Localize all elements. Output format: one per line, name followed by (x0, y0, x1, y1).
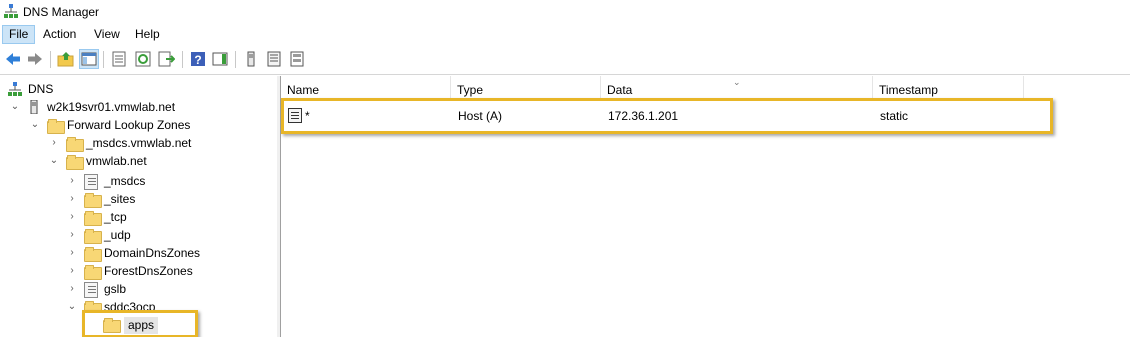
tree-node-gslb[interactable]: › gslb (0, 280, 277, 298)
zone-file-icon[interactable] (265, 50, 283, 68)
records-icon[interactable] (288, 50, 306, 68)
chevron-right-icon[interactable]: › (49, 134, 59, 152)
tree-label: vmwlab.net (86, 154, 147, 168)
tree-node-forward-lookup-zones[interactable]: ⌄ Forward Lookup Zones (0, 116, 277, 134)
tree-label: ForestDnsZones (104, 264, 193, 278)
forward-arrow-icon[interactable] (26, 50, 44, 68)
tree-node-forestdnszones[interactable]: › ForestDnsZones (0, 262, 277, 280)
tree-node-dns[interactable]: DNS (0, 80, 277, 98)
chevron-down-icon[interactable]: ⌄ (30, 116, 40, 134)
tree-node-udp[interactable]: › _udp (0, 226, 277, 244)
column-header-name[interactable]: Name (281, 76, 451, 99)
folder-icon (84, 229, 102, 244)
export-list-icon[interactable] (157, 50, 175, 68)
tree-label: _sites (104, 192, 136, 206)
action-pane-icon[interactable] (211, 50, 229, 68)
up-folder-icon[interactable] (57, 50, 75, 68)
chevron-down-icon[interactable]: ⌄ (49, 152, 59, 170)
chevron-right-icon[interactable]: › (67, 208, 77, 226)
server-icon[interactable] (242, 50, 260, 68)
chevron-right-icon[interactable]: › (67, 244, 77, 262)
tree-label: w2k19svr01.vmwlab.net (47, 100, 176, 114)
tree-node-msdcs-zone[interactable]: › _msdcs.vmwlab.net (0, 134, 277, 152)
chevron-right-icon[interactable]: › (67, 226, 77, 244)
menu-action[interactable]: Action (37, 26, 82, 43)
toolbar: ? (0, 45, 1130, 75)
window-title: DNS Manager (23, 5, 100, 19)
toolbar-separator (182, 51, 183, 68)
folder-icon (84, 193, 102, 208)
highlight-box (281, 98, 1053, 134)
tree-label: gslb (104, 282, 127, 296)
refresh-icon[interactable] (134, 50, 152, 68)
toolbar-separator (103, 51, 104, 68)
chevron-down-icon[interactable]: ⌄ (67, 298, 77, 316)
back-arrow-icon[interactable] (4, 50, 22, 68)
folder-icon (84, 265, 102, 280)
menu-bar: File Action View Help (0, 24, 1130, 45)
properties-icon[interactable] (110, 50, 128, 68)
folder-icon (84, 247, 102, 262)
show-hide-tree-icon[interactable] (79, 49, 99, 69)
help-icon[interactable]: ? (189, 50, 207, 68)
zone-folder-icon (66, 137, 84, 152)
tree-node-tcp[interactable]: › _tcp (0, 208, 277, 226)
results-list: Name Type Data ⌄ Timestamp * Host (A) 17… (280, 76, 1130, 337)
title-bar: DNS Manager (0, 0, 1130, 24)
tree-node-server[interactable]: ⌄ w2k19svr01.vmwlab.net (0, 98, 277, 116)
menu-file[interactable]: File (2, 25, 36, 44)
chevron-right-icon[interactable]: › (67, 262, 77, 280)
tree-node-domaindnszones[interactable]: › DomainDnsZones (0, 244, 277, 262)
tree-label: _msdcs.vmwlab.net (86, 136, 192, 150)
dns-icon (8, 82, 22, 96)
sort-indicator-icon: ⌄ (733, 77, 741, 87)
server-icon (30, 100, 38, 114)
folder-icon (47, 119, 65, 134)
tree-node-msdcs[interactable]: › _msdcs (0, 172, 277, 190)
zone-folder-icon (66, 155, 84, 170)
menu-view[interactable]: View (88, 26, 126, 43)
tree-label: DNS (28, 82, 54, 96)
tree-label: _udp (104, 228, 131, 242)
chevron-right-icon[interactable]: › (67, 190, 77, 208)
menu-help[interactable]: Help (129, 26, 166, 43)
toolbar-separator (50, 51, 51, 68)
chevron-down-icon[interactable]: ⌄ (10, 98, 20, 116)
tree-label: _msdcs (104, 174, 146, 188)
tree-label: Forward Lookup Zones (67, 118, 191, 132)
console-tree: DNS ⌄ w2k19svr01.vmwlab.net ⌄ Forward Lo… (0, 76, 278, 337)
dns-manager-icon (4, 4, 18, 18)
tree-node-vmwlab-zone[interactable]: ⌄ vmwlab.net (0, 152, 277, 170)
folder-icon (84, 211, 102, 226)
column-header-timestamp[interactable]: Timestamp (873, 76, 1024, 99)
tree-node-sites[interactable]: › _sites (0, 190, 277, 208)
highlight-box (82, 310, 198, 337)
tree-label: DomainDnsZones (104, 246, 201, 260)
toolbar-separator (235, 51, 236, 68)
tree-label: _tcp (104, 210, 127, 224)
chevron-right-icon[interactable]: › (67, 172, 77, 190)
svg-text:?: ? (194, 53, 201, 67)
chevron-right-icon[interactable]: › (67, 280, 77, 298)
delegation-icon (84, 282, 98, 298)
column-header-type[interactable]: Type (451, 76, 601, 99)
delegation-icon (84, 174, 98, 190)
